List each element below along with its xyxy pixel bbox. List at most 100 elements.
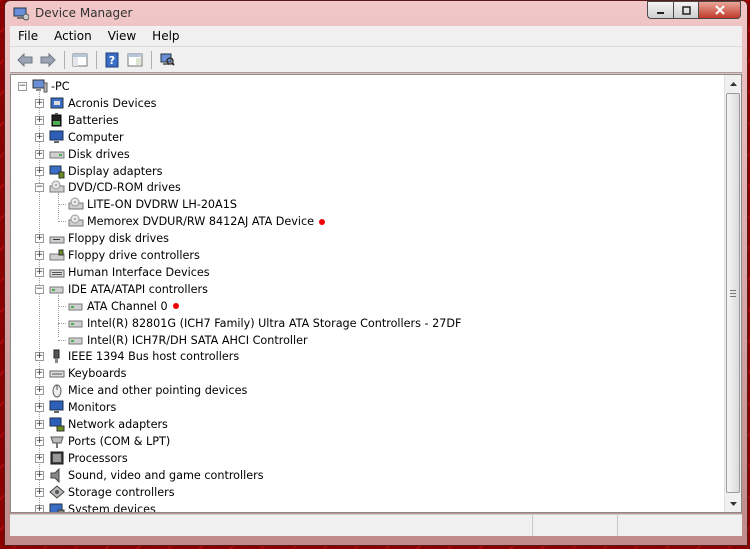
expand-icon[interactable]: + <box>35 369 44 379</box>
tree-item-label: Sound, video and game controllers <box>68 468 264 482</box>
tree-device-item[interactable]: ATA Channel 0 <box>68 298 179 315</box>
menu-help[interactable]: Help <box>144 29 187 43</box>
menu-file[interactable]: File <box>10 29 46 43</box>
expand-icon[interactable]: + <box>35 98 44 108</box>
svg-text:?: ? <box>109 54 115 67</box>
tree-category-ieee-1394-bus-host-controllers[interactable]: + IEEE 1394 Bus host controllers <box>35 348 239 365</box>
tree-item-label: IEEE 1394 Bus host controllers <box>68 350 240 364</box>
expand-icon[interactable]: + <box>35 420 44 429</box>
menu-action[interactable]: Action <box>46 29 100 43</box>
maximize-button[interactable] <box>673 1 698 19</box>
expand-icon[interactable]: + <box>35 149 44 159</box>
menu-view[interactable]: View <box>100 29 144 43</box>
tree-category-acronis-devices[interactable]: + Acronis Devices <box>35 95 156 112</box>
red-marker-icon <box>172 303 179 310</box>
toolbar-separator <box>64 50 65 69</box>
tree-item-label: System devices <box>68 502 156 513</box>
collapse-icon[interactable]: − <box>35 284 44 294</box>
tree-item-label: Monitors <box>68 401 117 415</box>
expand-icon[interactable]: + <box>35 234 44 244</box>
tree-category-processors[interactable]: + Processors <box>35 450 128 467</box>
tree-device-item[interactable]: Intel(R) ICH7R/DH SATA AHCI Controller <box>68 332 308 349</box>
expand-icon[interactable]: + <box>35 470 44 480</box>
tree-item-label: Acronis Devices <box>68 96 157 110</box>
tree-device-item[interactable]: LITE-ON DVDRW LH-20A1S <box>68 196 237 213</box>
hid-icon <box>49 265 65 280</box>
window-controls <box>647 1 741 19</box>
title-bar[interactable]: Device Manager <box>5 1 747 25</box>
expand-icon[interactable]: + <box>35 403 44 413</box>
tree-category-display-adapters[interactable]: + Display adapters <box>35 163 162 180</box>
expand-icon[interactable]: + <box>35 166 44 176</box>
tree-root[interactable]: − -PC <box>18 78 70 95</box>
tree-category-batteries[interactable]: + Batteries <box>35 112 119 129</box>
expand-icon[interactable]: + <box>35 504 44 512</box>
tree-device-item[interactable]: Intel(R) 82801G (ICH7 Family) Ultra ATA … <box>68 315 461 332</box>
tree-category-floppy-drive-controllers[interactable]: + Floppy drive controllers <box>35 247 200 264</box>
toolbar-separator <box>151 50 152 69</box>
tree-category-storage-controllers[interactable]: + Storage controllers <box>35 484 175 501</box>
tree-item-label: Keyboards <box>68 367 127 381</box>
status-bar <box>10 514 742 536</box>
back-button[interactable] <box>14 50 36 70</box>
tree-item-label: DVD/CD-ROM drives <box>68 181 181 195</box>
red-marker-icon <box>319 218 326 225</box>
expand-icon[interactable]: + <box>35 251 44 260</box>
close-button[interactable] <box>698 1 741 19</box>
tree-item-label: Storage controllers <box>68 485 175 499</box>
expand-icon[interactable]: + <box>35 487 44 497</box>
up-arrow-icon <box>729 81 737 86</box>
scrollbar-thumb[interactable] <box>726 93 740 493</box>
tree-category-ports-com-lpt[interactable]: + Ports (COM & LPT) <box>35 433 170 450</box>
forward-arrow-icon <box>40 52 56 67</box>
tree-item-label: Mice and other pointing devices <box>68 384 248 398</box>
sound-icon <box>49 467 65 483</box>
disk-drive-icon <box>49 147 65 162</box>
expand-icon[interactable]: + <box>35 386 44 396</box>
tree-category-human-interface-devices[interactable]: + Human Interface Devices <box>35 264 210 281</box>
expand-icon[interactable]: + <box>35 352 44 362</box>
dvd-drive-icon <box>68 197 84 212</box>
vertical-scrollbar[interactable] <box>724 75 741 512</box>
properties-icon <box>127 53 143 66</box>
show-hide-console-tree-button[interactable] <box>69 50 91 70</box>
help-button[interactable]: ? <box>101 50 123 70</box>
tree-item-label: Human Interface Devices <box>68 265 210 279</box>
scan-hardware-button[interactable] <box>156 50 178 70</box>
tree-item-label: Batteries <box>68 113 119 127</box>
tree-device-item[interactable]: Memorex DVDUR/RW 8412AJ ATA Device <box>68 213 326 230</box>
tree-category-network-adapters[interactable]: + Network adapters <box>35 416 168 433</box>
properties-button[interactable] <box>124 50 146 70</box>
mouse-icon <box>49 383 65 398</box>
tree-category-ide-ata-atapi-controllers[interactable]: − IDE ATA/ATAPI controllers <box>35 281 208 298</box>
tree-category-sound-video-and-game-controllers[interactable]: + Sound, video and game controllers <box>35 467 264 484</box>
tree-item-label: Processors <box>68 451 128 465</box>
expand-icon[interactable]: + <box>35 115 44 125</box>
expand-icon[interactable]: + <box>35 267 44 277</box>
tree-category-mice-and-other-pointing-devices[interactable]: + Mice and other pointing devices <box>35 382 247 399</box>
tree-item-label: Intel(R) 82801G (ICH7 Family) Ultra ATA … <box>87 316 462 330</box>
expand-icon[interactable]: + <box>35 453 44 463</box>
tree-item-label: -PC <box>51 80 70 93</box>
device-tree: − -PC + Acronis Devices + Batteries + Computer +… <box>11 75 724 512</box>
scroll-down-button[interactable] <box>725 495 741 512</box>
tree-connector <box>58 294 59 338</box>
expand-icon[interactable]: + <box>35 436 44 446</box>
collapse-icon[interactable]: − <box>35 183 44 193</box>
expand-icon[interactable]: + <box>35 132 44 142</box>
display-adapter-icon <box>49 164 65 179</box>
forward-button[interactable] <box>37 50 59 70</box>
tree-item-label: Display adapters <box>68 164 163 178</box>
collapse-icon[interactable]: − <box>18 82 27 91</box>
tree-category-system-devices[interactable]: + System devices <box>35 501 156 513</box>
tree-category-computer[interactable]: + Computer <box>35 129 124 146</box>
minimize-button[interactable] <box>647 1 673 19</box>
status-cell <box>618 515 742 536</box>
tree-category-floppy-disk-drives[interactable]: + Floppy disk drives <box>35 230 169 247</box>
tree-category-keyboards[interactable]: + Keyboards <box>35 365 126 382</box>
monitor-icon <box>49 130 65 145</box>
tree-category-dvd-cd-rom-drives[interactable]: − DVD/CD-ROM drives <box>35 179 181 196</box>
tree-category-monitors[interactable]: + Monitors <box>35 399 116 416</box>
scroll-up-button[interactable] <box>725 75 741 92</box>
tree-category-disk-drives[interactable]: + Disk drives <box>35 146 130 163</box>
